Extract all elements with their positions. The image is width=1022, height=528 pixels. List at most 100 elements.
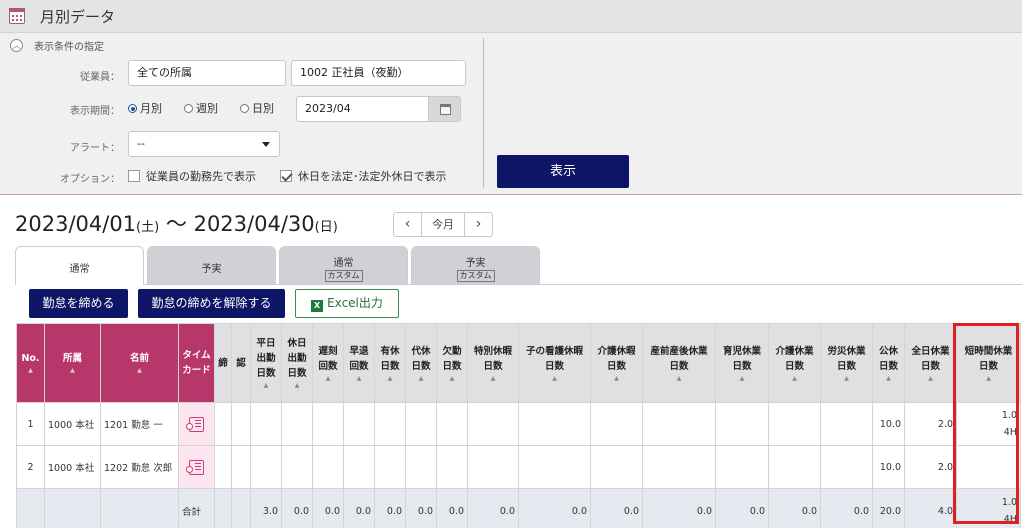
sort-icon[interactable]: ▲ [283,381,311,390]
employee-dept-select[interactable]: 全ての所属 [128,60,286,86]
column-header[interactable]: 代休 日数 ▲ [405,323,437,403]
option-holiday-checkbox[interactable]: 休日を法定･法定外休日で表示 [280,168,447,184]
column-header-label: 短時間休業 [964,345,1013,357]
total-row: 合計 3.0 0.0 0.0 0.0 0.0 0.0 0.0 0.0 0.0 0.0 0.0 0.0 0.… [16,488,1021,528]
column-header[interactable]: 早退 回数 ▲ [343,323,375,403]
table-row[interactable]: 2 1000 本社 1202 勤怠 次郎 10.0 2.0 [16,445,1021,489]
table-cell: 10.0 [872,402,905,446]
sort-icon[interactable]: ▲ [102,366,177,375]
table-cell [44,488,101,528]
column-header[interactable]: 公休 日数 ▲ [872,323,905,403]
column-header[interactable]: 欠勤 日数 ▲ [436,323,468,403]
column-header[interactable]: 休日 出勤 日数 ▲ [281,323,313,403]
column-header[interactable]: 所属 ▲ [44,323,101,403]
option-label: オプション： [60,174,120,185]
table-cell [374,445,406,489]
column-header-label: 回数 [349,360,369,372]
column-header[interactable]: 子の看護休暇 日数 ▲ [518,323,591,403]
column-header[interactable]: 短時間休業 日数 ▲ [956,323,1021,403]
table-cell [231,402,251,446]
table-cell: 0.0 [312,488,344,528]
column-header[interactable]: 全日休業 日数 ▲ [904,323,957,403]
column-header-label: 労災休業 [827,345,866,357]
option-workplace-checkbox[interactable]: 従業員の勤務先で表示 [128,168,256,184]
show-button[interactable]: 表示 [497,155,629,188]
sort-icon[interactable]: ▲ [46,366,99,375]
timecard-icon[interactable] [186,459,204,475]
close-attendance-button[interactable]: 勤怠を締める [29,289,128,318]
column-header[interactable]: 遅刻 回数 ▲ [312,323,344,403]
sort-icon[interactable]: ▲ [345,374,373,383]
tab-normal-custom[interactable]: 通常 カスタム [279,246,408,284]
date-picker-button[interactable] [428,96,461,122]
sort-icon[interactable]: ▲ [18,366,43,375]
column-header-label: 認 [236,357,246,369]
table-cell: 1.0 4H [956,488,1021,528]
alert-select[interactable]: -- [128,131,280,157]
table-cell [312,402,344,446]
excel-export-button[interactable]: X Excel出力 [295,289,399,318]
radio-daily[interactable]: 日別 [240,100,274,116]
sort-icon[interactable]: ▲ [717,374,767,383]
employee-name-select[interactable]: 1002 正社員（夜勤） [291,60,466,86]
timecard-icon[interactable] [186,416,204,432]
sort-icon[interactable]: ▲ [874,374,903,383]
chevron-up-icon[interactable]: ︿ [10,39,23,52]
period-date-input[interactable]: 2023/04 [296,96,430,122]
row-dept: 1000 本社 [44,445,101,489]
tab-plan-actual[interactable]: 予実 [147,246,276,284]
tab-plan-actual-custom[interactable]: 予実 カスタム [411,246,540,284]
sort-icon[interactable]: ▲ [822,374,871,383]
column-header[interactable]: 介護休暇 日数 ▲ [590,323,643,403]
column-header[interactable]: 特別休暇 日数 ▲ [467,323,519,403]
column-header-label: 日数 [411,360,431,372]
next-month-button[interactable]: › [465,213,492,236]
radio-weekly[interactable]: 週別 [184,100,218,116]
column-header[interactable]: 育児休業 日数 ▲ [715,323,769,403]
sort-icon[interactable]: ▲ [770,374,819,383]
excel-icon: X [311,300,324,312]
sort-icon[interactable]: ▲ [469,374,517,383]
column-header-label: 欠勤 [442,345,462,357]
sort-icon[interactable]: ▲ [314,374,342,383]
column-header[interactable]: 平日 出勤 日数 ▲ [250,323,282,403]
sort-icon[interactable]: ▲ [376,374,404,383]
row-dept: 1000 本社 [44,402,101,446]
sort-icon[interactable]: ▲ [252,381,280,390]
tab-normal[interactable]: 通常 [15,246,144,285]
condition-header[interactable]: 表示条件の指定 [34,38,104,53]
column-header[interactable]: 有休 日数 ▲ [374,323,406,403]
row-number: 1 [16,402,45,446]
radio-monthly[interactable]: 月別 [128,100,162,116]
column-header-label: 回数 [318,360,338,372]
column-header[interactable]: 労災休業 日数 ▲ [820,323,873,403]
total-label: 合計 [178,488,215,528]
column-header[interactable]: No. ▲ [16,323,45,403]
table-cell: 0.0 [768,488,821,528]
table-cell [518,402,591,446]
sort-icon[interactable]: ▲ [906,374,955,383]
sort-icon[interactable]: ▲ [592,374,641,383]
sort-icon[interactable]: ▲ [958,374,1019,383]
sort-icon[interactable]: ▲ [644,374,714,383]
sort-icon[interactable]: ▲ [407,374,435,383]
unclose-attendance-button[interactable]: 勤怠の締めを解除する [138,289,285,318]
column-header[interactable]: 介護休業 日数 ▲ [768,323,821,403]
timecard-cell[interactable] [178,402,215,446]
sort-icon[interactable]: ▲ [520,374,589,383]
prev-month-button[interactable]: ‹ [394,213,421,236]
table-cell: 0.0 [281,488,313,528]
timecard-cell[interactable] [178,445,215,489]
column-header-label: 産前産後休業 [650,345,708,357]
table-cell [590,445,643,489]
cell-line: 4H [1003,427,1017,438]
table-cell [715,445,769,489]
column-header[interactable]: 名前 ▲ [100,323,179,403]
page-title: 月別データ [40,8,116,26]
row-number: 2 [16,445,45,489]
table-row[interactable]: 1 1000 本社 1201 勤怠 一 10.0 2.0 1.0 4H [16,402,1021,446]
column-header[interactable]: 産前産後休業 日数 ▲ [642,323,716,403]
column-header-label: 日数 [544,360,564,372]
sort-icon[interactable]: ▲ [438,374,466,383]
this-month-button[interactable]: 今月 [421,213,465,236]
